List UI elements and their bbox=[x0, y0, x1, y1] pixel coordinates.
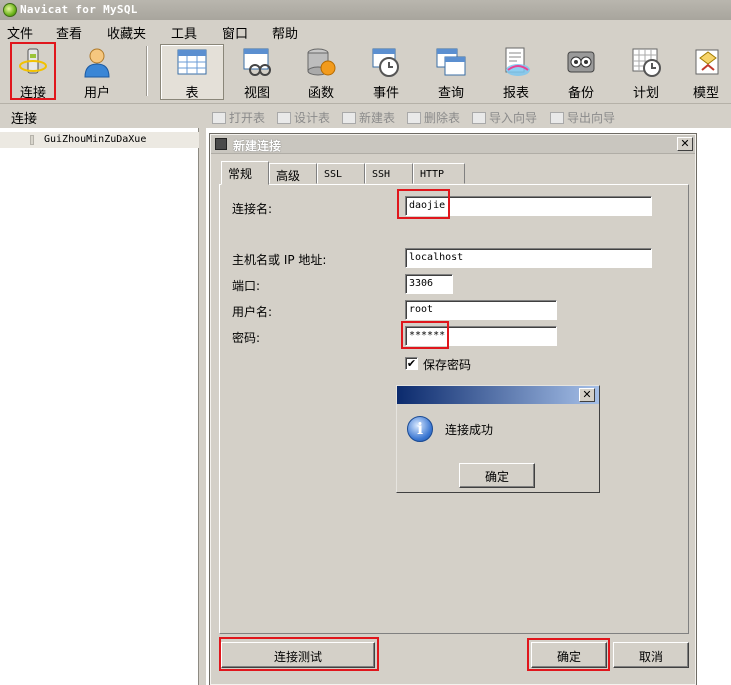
new-table-icon bbox=[342, 112, 356, 124]
connection-tree: GuiZhouMinZuDaXue bbox=[0, 128, 199, 685]
section-label: 连接 bbox=[11, 112, 38, 127]
toolbar-function-button[interactable]: 函数 bbox=[291, 42, 351, 101]
open-table-button[interactable]: 打开表 bbox=[212, 109, 265, 126]
port-input[interactable]: 3306 bbox=[405, 274, 453, 294]
menu-tools[interactable]: 工具 bbox=[171, 23, 197, 42]
password-input[interactable]: ****** bbox=[405, 326, 557, 346]
model-icon bbox=[695, 49, 719, 75]
toolbar-separator bbox=[146, 46, 148, 96]
dialog-close-button[interactable]: ✕ bbox=[677, 137, 693, 151]
toolbar-label: 事件 bbox=[372, 86, 399, 101]
save-password-label: 保存密码 bbox=[423, 358, 472, 372]
delete-table-icon bbox=[407, 112, 421, 124]
toolbar-query-button[interactable]: 查询 bbox=[421, 42, 481, 101]
tab-ssh[interactable]: SSH bbox=[365, 163, 413, 184]
message-text: 连接成功 bbox=[445, 423, 494, 437]
tree-item-connection[interactable]: GuiZhouMinZuDaXue bbox=[44, 134, 146, 145]
function-icon bbox=[307, 48, 336, 76]
tab-http[interactable]: HTTP bbox=[413, 163, 465, 184]
connection-node-icon bbox=[30, 135, 34, 145]
toolbar-backup-button[interactable]: 备份 bbox=[551, 42, 611, 101]
menu-help[interactable]: 帮助 bbox=[272, 23, 298, 42]
toolbar-model-button[interactable]: 模型 bbox=[681, 42, 731, 101]
title-bar: Navicat for MySQL bbox=[0, 0, 731, 20]
toolbar-label: 视图 bbox=[243, 86, 270, 101]
dialog-title-bar: 新建连接 ✕ bbox=[211, 135, 695, 154]
tab-advanced[interactable]: 高级 bbox=[269, 163, 317, 184]
dialog-icon bbox=[215, 138, 227, 150]
window-title: Navicat for MySQL bbox=[20, 3, 138, 16]
host-label: 主机名或 IP 地址: bbox=[232, 253, 327, 267]
action-label: 导入向导 bbox=[489, 111, 538, 125]
toolbar-schedule-button[interactable]: 计划 bbox=[616, 42, 676, 101]
action-label: 设计表 bbox=[294, 111, 331, 125]
ok-button[interactable]: 确定 bbox=[531, 642, 607, 668]
toolbar-table-button[interactable]: 表 bbox=[162, 42, 222, 101]
message-close-button[interactable]: ✕ bbox=[579, 388, 595, 402]
toolbar-label: 计划 bbox=[632, 86, 659, 101]
export-icon bbox=[550, 112, 564, 124]
import-icon bbox=[472, 112, 486, 124]
action-label: 删除表 bbox=[424, 111, 461, 125]
test-connection-button[interactable]: 连接测试 bbox=[221, 642, 375, 668]
action-label: 打开表 bbox=[229, 111, 266, 125]
username-label: 用户名: bbox=[232, 305, 273, 319]
pane-splitter[interactable] bbox=[199, 128, 206, 685]
toolbar-user-button[interactable]: 用户 bbox=[67, 42, 127, 101]
toolbar-label: 报表 bbox=[502, 86, 529, 101]
save-password-checkbox[interactable]: ✔ bbox=[405, 357, 418, 370]
menu-window[interactable]: 窗口 bbox=[222, 23, 248, 42]
menu-favorites[interactable]: 收藏夹 bbox=[107, 23, 146, 42]
message-ok-button[interactable]: 确定 bbox=[459, 463, 535, 488]
password-label: 密码: bbox=[232, 331, 261, 345]
view-icon bbox=[243, 48, 271, 76]
open-table-icon bbox=[212, 112, 226, 124]
connection-icon bbox=[19, 48, 47, 74]
message-title-bar: ✕ bbox=[397, 386, 599, 404]
port-label: 端口: bbox=[232, 279, 261, 293]
host-input[interactable]: localhost bbox=[405, 248, 652, 268]
toolbar-report-button[interactable]: 报表 bbox=[486, 42, 546, 101]
toolbar-label: 备份 bbox=[567, 86, 594, 101]
toolbar-label: 查询 bbox=[437, 86, 464, 101]
toolbar-event-button[interactable]: 事件 bbox=[356, 42, 416, 101]
object-toolbar: 连接 打开表 设计表 新建表 删除表 导入向导 导出向导 bbox=[0, 104, 731, 128]
toolbar-label: 用户 bbox=[83, 86, 110, 101]
menu-view[interactable]: 查看 bbox=[56, 23, 82, 42]
table-icon bbox=[177, 49, 207, 75]
toolbar-label: 模型 bbox=[692, 86, 719, 101]
toolbar-label: 连接 bbox=[19, 86, 46, 101]
backup-icon bbox=[567, 51, 595, 73]
navicat-logo-icon bbox=[3, 3, 17, 17]
info-icon: i bbox=[407, 416, 433, 442]
action-label: 导出向导 bbox=[567, 111, 616, 125]
new-table-button[interactable]: 新建表 bbox=[342, 109, 395, 126]
action-label: 新建表 bbox=[359, 111, 396, 125]
user-icon bbox=[84, 48, 110, 78]
design-table-icon bbox=[277, 112, 291, 124]
dialog-title: 新建连接 bbox=[233, 139, 282, 153]
connection-name-label: 连接名: bbox=[232, 202, 273, 216]
tab-general[interactable]: 常规 bbox=[221, 161, 269, 185]
toolbar-view-button[interactable]: 视图 bbox=[227, 42, 287, 101]
menu-bar: 文件 查看 收藏夹 工具 窗口 帮助 bbox=[0, 20, 731, 42]
menu-file[interactable]: 文件 bbox=[7, 23, 33, 42]
toolbar-connection-button[interactable]: 连接 bbox=[3, 42, 63, 101]
export-wizard-button[interactable]: 导出向导 bbox=[550, 109, 615, 126]
main-toolbar: 连接 用户 表 视图 函数 事件 查询 报表 备份 计划 模型 bbox=[0, 42, 731, 104]
cancel-button[interactable]: 取消 bbox=[613, 642, 689, 668]
schedule-icon bbox=[632, 48, 661, 77]
report-icon bbox=[505, 47, 530, 76]
delete-table-button[interactable]: 删除表 bbox=[407, 109, 460, 126]
success-message-box: ✕ i 连接成功 确定 bbox=[396, 385, 600, 493]
design-table-button[interactable]: 设计表 bbox=[277, 109, 330, 126]
toolbar-label: 表 bbox=[185, 86, 199, 101]
import-wizard-button[interactable]: 导入向导 bbox=[472, 109, 537, 126]
toolbar-label: 函数 bbox=[307, 86, 334, 101]
event-icon bbox=[372, 48, 399, 77]
query-icon bbox=[436, 48, 466, 76]
username-input[interactable]: root bbox=[405, 300, 557, 320]
connection-name-input[interactable]: daojie bbox=[405, 196, 652, 216]
tab-ssl[interactable]: SSL bbox=[317, 163, 365, 184]
